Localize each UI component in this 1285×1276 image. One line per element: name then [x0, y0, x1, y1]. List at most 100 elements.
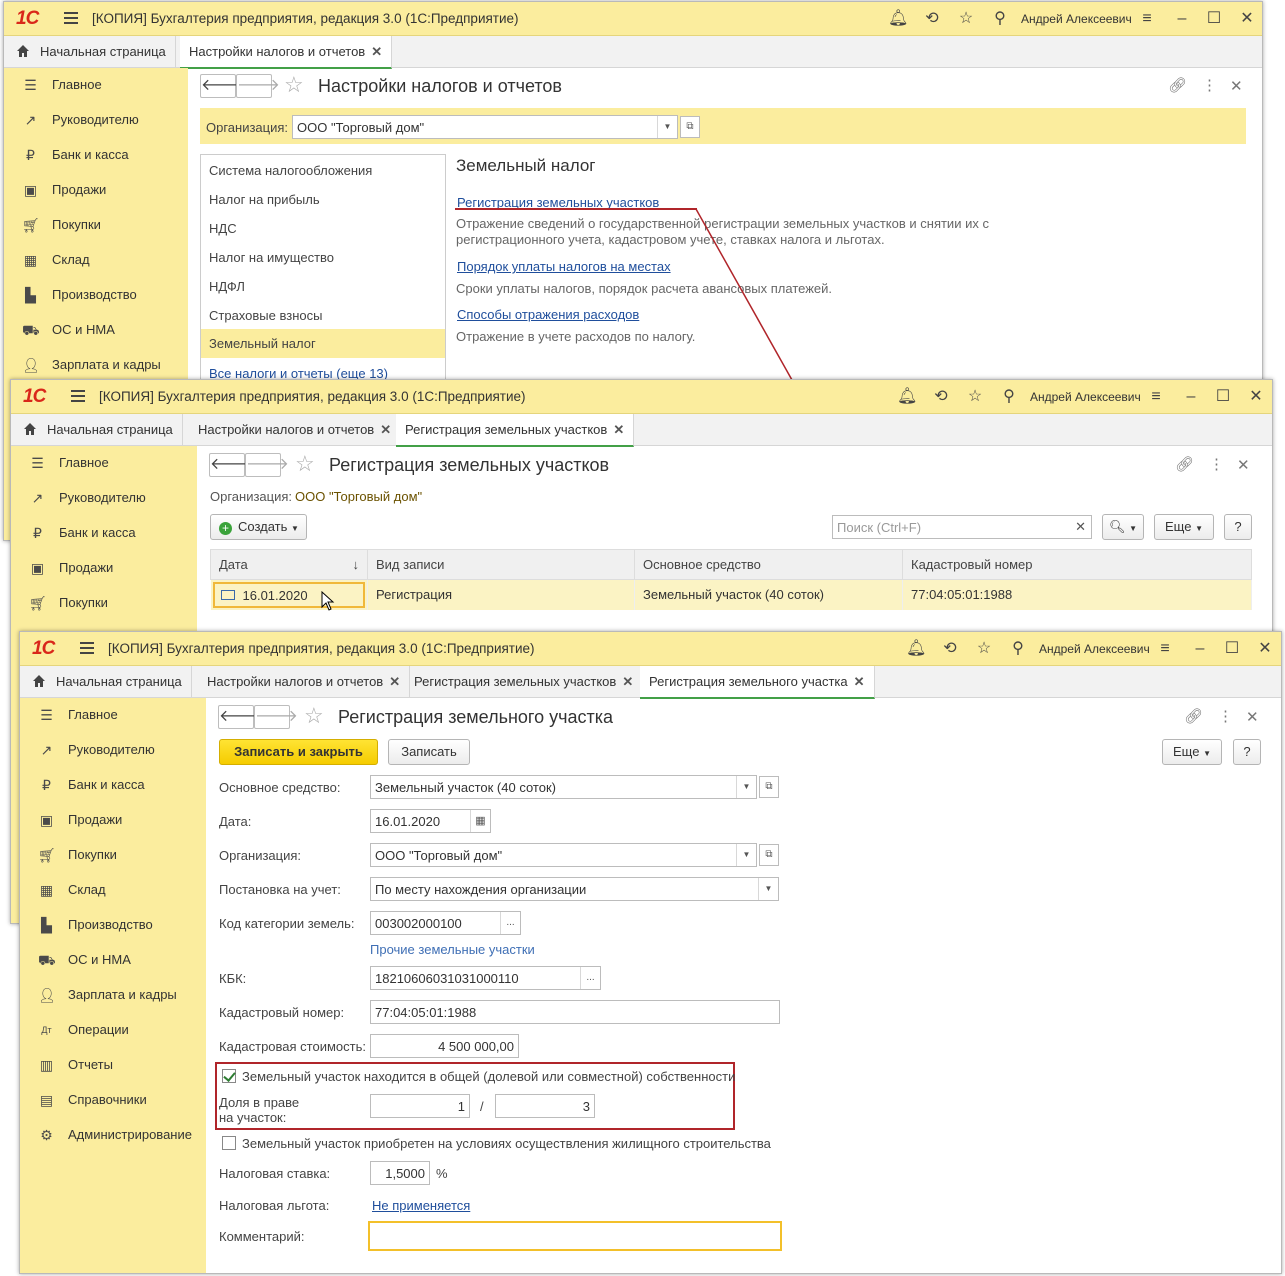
sidebar-item-sales[interactable]: ▣ Продажи: [11, 551, 197, 586]
more-vert-icon[interactable]: ⋮: [1209, 455, 1224, 473]
more-vert-icon[interactable]: ⋮: [1218, 707, 1233, 725]
sidebar-item-bank[interactable]: ₽ Банк и касса: [11, 516, 197, 551]
sidebar-item-purchases[interactable]: 🛒︎ Покупки: [20, 838, 206, 873]
dropdown-icon[interactable]: ▼: [736, 776, 756, 798]
help-button[interactable]: ?: [1233, 739, 1261, 765]
menu-icon[interactable]: [80, 642, 94, 654]
favorite-star-icon[interactable]: ☆: [304, 703, 324, 729]
user-name[interactable]: Андрей Алексеевич: [1030, 390, 1141, 404]
close-form-icon[interactable]: ✕: [1237, 456, 1250, 474]
search-button[interactable]: 🔍︎ ▼: [1102, 514, 1144, 540]
settings-icon[interactable]: ≡: [1146, 387, 1166, 407]
link-icon[interactable]: 🔗︎: [1184, 707, 1203, 725]
share-numerator[interactable]: 1: [370, 1094, 470, 1118]
comment-field[interactable]: [368, 1221, 782, 1251]
menu-icon[interactable]: [71, 390, 85, 402]
sidebar-item-sales[interactable]: ▣ Продажи: [20, 803, 206, 838]
open-org-button[interactable]: ⧉: [759, 844, 779, 866]
bell-icon[interactable]: 🔔︎: [897, 387, 917, 407]
sidebar-item-purchases[interactable]: 🛒︎ Покупки: [11, 586, 197, 621]
share-denominator[interactable]: 3: [495, 1094, 595, 1118]
column-date[interactable]: Дата ↓: [210, 549, 368, 580]
sidebar-item-assets[interactable]: ⛟ ОС и НМА: [20, 943, 206, 978]
benefit-link[interactable]: Не применяется: [372, 1198, 470, 1213]
cost-field[interactable]: 4 500 000,00: [370, 1034, 519, 1058]
sidebar-item-reports[interactable]: ▥ Отчеты: [20, 1048, 206, 1083]
tab-close-icon[interactable]: ✕: [854, 674, 865, 689]
tab-close-icon[interactable]: ✕: [380, 422, 391, 437]
search-icon[interactable]: ⚲: [1008, 639, 1028, 659]
history-icon[interactable]: ⟲: [940, 639, 960, 659]
maximize-icon[interactable]: ☐: [1213, 387, 1233, 407]
cell-type[interactable]: Регистрация: [367, 579, 635, 610]
sidebar-item-manager[interactable]: ↗ Руководителю: [11, 481, 197, 516]
star-icon[interactable]: ☆: [965, 387, 985, 407]
calendar-icon[interactable]: ▦: [470, 810, 490, 832]
save-close-button[interactable]: Записать и закрыть: [219, 739, 378, 765]
sidebar-item-main[interactable]: ☰ Главное: [11, 446, 197, 481]
favorite-star-icon[interactable]: ☆: [295, 451, 315, 477]
create-button[interactable]: + Создать ▼: [210, 514, 307, 540]
date-field[interactable]: 16.01.2020 ▦: [370, 809, 491, 833]
clear-icon[interactable]: ✕: [1075, 519, 1086, 535]
cadastral-field[interactable]: 77:04:05:01:1988: [370, 1000, 780, 1024]
shared-ownership-checkbox[interactable]: [222, 1069, 236, 1083]
forward-button[interactable]: 🡒: [245, 453, 289, 477]
tab-close-icon[interactable]: ✕: [622, 674, 633, 689]
asset-field[interactable]: Земельный участок (40 соток) ▼: [370, 775, 757, 799]
tab-tax-settings[interactable]: Настройки налогов и отчетов ✕: [198, 666, 411, 698]
close-form-icon[interactable]: ✕: [1246, 708, 1259, 726]
more-button[interactable]: Еще ▼: [1162, 739, 1222, 765]
column-type[interactable]: Вид записи: [367, 549, 635, 580]
tab-tax-settings[interactable]: Настройки налогов и отчетов ✕: [189, 414, 402, 446]
rate-field[interactable]: 1,5000: [370, 1161, 430, 1185]
tab-close-icon[interactable]: ✕: [613, 422, 624, 437]
history-icon[interactable]: ⟲: [931, 387, 951, 407]
open-asset-button[interactable]: ⧉: [759, 776, 779, 798]
sidebar-item-warehouse[interactable]: ▦ Склад: [20, 873, 206, 908]
sidebar-item-bank[interactable]: ₽ Банк и касса: [20, 768, 206, 803]
dropdown-icon[interactable]: ▼: [736, 844, 756, 866]
sidebar-item-salary[interactable]: 👤︎ Зарплата и кадры: [20, 978, 206, 1013]
table-row[interactable]: 16.01.2020 Регистрация Земельный участок…: [210, 579, 1252, 610]
sidebar-item-references[interactable]: ▤ Справочники: [20, 1083, 206, 1118]
registration-select[interactable]: По месту нахождения организации ▼: [370, 877, 779, 901]
back-button[interactable]: 🡐: [209, 453, 253, 477]
bell-icon[interactable]: 🔔︎: [906, 639, 926, 659]
select-button[interactable]: ...: [580, 967, 600, 989]
column-asset[interactable]: Основное средство: [634, 549, 903, 580]
tab-land-registrations[interactable]: Регистрация земельных участков ✕: [396, 414, 635, 447]
tab-land-registrations[interactable]: Регистрация земельных участков ✕: [405, 666, 644, 698]
tab-close-icon[interactable]: ✕: [389, 674, 400, 689]
save-button[interactable]: Записать: [388, 739, 470, 765]
cell-date[interactable]: 16.01.2020: [210, 579, 368, 610]
minimize-icon[interactable]: –: [1181, 387, 1201, 407]
star-icon[interactable]: ☆: [974, 639, 994, 659]
settings-icon[interactable]: ≡: [1155, 639, 1175, 659]
sidebar-item-admin[interactable]: ⚙ Администрирование: [20, 1118, 206, 1153]
close-icon[interactable]: ✕: [1255, 639, 1275, 659]
forward-button[interactable]: 🡒: [254, 705, 298, 729]
back-button[interactable]: 🡐: [218, 705, 262, 729]
sidebar-item-production[interactable]: ▙ Производство: [20, 908, 206, 943]
cell-cadastral[interactable]: 77:04:05:01:1988: [902, 579, 1252, 610]
search-icon[interactable]: ⚲: [999, 387, 1019, 407]
maximize-icon[interactable]: ☐: [1222, 639, 1242, 659]
minimize-icon[interactable]: –: [1190, 639, 1210, 659]
cell-asset[interactable]: Земельный участок (40 соток): [634, 579, 903, 610]
kbk-field[interactable]: 18210606031031000110...: [370, 966, 601, 990]
tab-home[interactable]: Начальная страница: [11, 414, 183, 446]
sidebar-item-operations[interactable]: Дт Операции: [20, 1013, 206, 1048]
housing-checkbox[interactable]: [222, 1136, 236, 1150]
more-button[interactable]: Еще ▼: [1154, 514, 1214, 540]
tab-land-registration[interactable]: Регистрация земельного участка ✕: [640, 666, 875, 699]
dropdown-icon[interactable]: ▼: [758, 878, 778, 900]
tab-home[interactable]: Начальная страница: [20, 666, 192, 698]
sidebar-item-manager[interactable]: ↗ Руководителю: [20, 733, 206, 768]
org-field[interactable]: ООО "Торговый дом" ▼: [370, 843, 757, 867]
user-name[interactable]: Андрей Алексеевич: [1039, 642, 1150, 656]
link-icon[interactable]: 🔗︎: [1175, 455, 1194, 473]
select-button[interactable]: ...: [500, 912, 520, 934]
column-cadastral[interactable]: Кадастровый номер: [902, 549, 1252, 580]
close-icon[interactable]: ✕: [1246, 387, 1266, 407]
